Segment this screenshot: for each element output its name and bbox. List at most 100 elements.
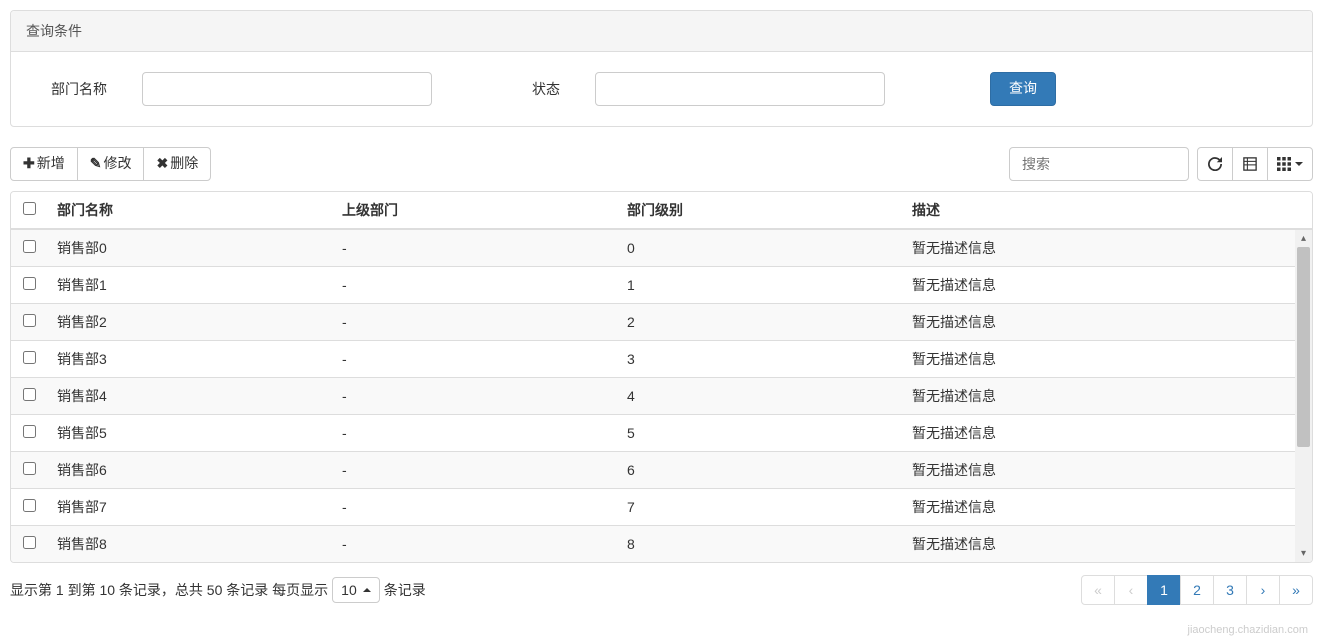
cell-parent-dept: - xyxy=(332,415,617,452)
caret-up-icon xyxy=(363,588,371,592)
cell-dept-name: 销售部3 xyxy=(47,341,332,378)
edit-button-label: 修改 xyxy=(103,154,131,174)
table-row[interactable]: 销售部8-8暂无描述信息 xyxy=(11,526,1312,563)
table-row[interactable]: 销售部5-5暂无描述信息 xyxy=(11,415,1312,452)
cell-description: 暂无描述信息 xyxy=(902,452,1312,489)
cell-dept-level: 4 xyxy=(617,378,902,415)
search-input[interactable] xyxy=(1009,147,1189,181)
pagination-info-prefix: 显示第 1 到第 10 条记录，总共 50 条记录 每页显示 xyxy=(10,580,328,600)
page-next[interactable]: › xyxy=(1246,575,1280,605)
header-parent-dept[interactable]: 上级部门 xyxy=(332,192,617,229)
x-icon: ✖ xyxy=(156,154,168,174)
status-input[interactable] xyxy=(595,72,885,106)
row-checkbox[interactable] xyxy=(23,462,36,475)
cell-dept-level: 3 xyxy=(617,341,902,378)
cell-parent-dept: - xyxy=(332,267,617,304)
cell-dept-name: 销售部7 xyxy=(47,489,332,526)
page-size-select[interactable]: 10 xyxy=(332,577,380,603)
table-row[interactable]: 销售部0-0暂无描述信息 xyxy=(11,229,1312,267)
cell-parent-dept: - xyxy=(332,452,617,489)
cell-description: 暂无描述信息 xyxy=(902,489,1312,526)
cell-dept-level: 7 xyxy=(617,489,902,526)
cell-dept-name: 销售部4 xyxy=(47,378,332,415)
page-3[interactable]: 3 xyxy=(1213,575,1247,605)
row-checkbox[interactable] xyxy=(23,277,36,290)
page-last[interactable]: » xyxy=(1279,575,1313,605)
add-button[interactable]: ✚新增 xyxy=(10,147,78,181)
cell-dept-name: 销售部8 xyxy=(47,526,332,563)
page-2[interactable]: 2 xyxy=(1180,575,1214,605)
scroll-down-icon[interactable]: ▾ xyxy=(1295,545,1312,562)
table-row[interactable]: 销售部4-4暂无描述信息 xyxy=(11,378,1312,415)
scroll-thumb[interactable] xyxy=(1297,247,1310,447)
page-first[interactable]: « xyxy=(1081,575,1115,605)
header-description[interactable]: 描述 xyxy=(902,192,1312,229)
query-panel-body: 部门名称 状态 查询 xyxy=(11,52,1312,126)
table-row[interactable]: 销售部2-2暂无描述信息 xyxy=(11,304,1312,341)
cell-description: 暂无描述信息 xyxy=(902,304,1312,341)
select-all-checkbox[interactable] xyxy=(23,202,36,215)
page-size-value: 10 xyxy=(341,582,357,598)
pagination-info: 显示第 1 到第 10 条记录，总共 50 条记录 每页显示 10 条记录 xyxy=(10,577,426,603)
delete-button-label: 删除 xyxy=(170,154,198,174)
status-label: 状态 xyxy=(507,79,580,99)
row-checkbox[interactable] xyxy=(23,351,36,364)
pencil-icon: ✎ xyxy=(90,154,102,174)
cell-parent-dept: - xyxy=(332,229,617,267)
pagination: « ‹ 1 2 3 › » xyxy=(1081,575,1313,605)
scrollbar[interactable]: ▴ ▾ xyxy=(1295,230,1312,562)
table-row[interactable]: 销售部3-3暂无描述信息 xyxy=(11,341,1312,378)
refresh-button[interactable] xyxy=(1197,147,1233,181)
cell-dept-name: 销售部6 xyxy=(47,452,332,489)
list-icon xyxy=(1243,157,1257,171)
scroll-up-icon[interactable]: ▴ xyxy=(1295,230,1312,247)
cell-dept-name: 销售部5 xyxy=(47,415,332,452)
data-table-container: 部门名称 上级部门 部门级别 描述 销售部0-0暂无描述信息销售部1-1暂无描述… xyxy=(10,191,1313,563)
cell-description: 暂无描述信息 xyxy=(902,378,1312,415)
chevron-down-icon xyxy=(1295,162,1303,166)
row-checkbox[interactable] xyxy=(23,240,36,253)
cell-description: 暂无描述信息 xyxy=(902,526,1312,563)
cell-dept-name: 销售部0 xyxy=(47,229,332,267)
cell-dept-level: 1 xyxy=(617,267,902,304)
cell-description: 暂无描述信息 xyxy=(902,415,1312,452)
query-panel: 查询条件 部门名称 状态 查询 xyxy=(10,10,1313,127)
table-header-row: 部门名称 上级部门 部门级别 描述 xyxy=(11,192,1312,229)
cell-dept-name: 销售部2 xyxy=(47,304,332,341)
edit-button[interactable]: ✎修改 xyxy=(77,147,145,181)
cell-dept-level: 0 xyxy=(617,229,902,267)
row-checkbox[interactable] xyxy=(23,536,36,549)
cell-dept-level: 5 xyxy=(617,415,902,452)
page-prev[interactable]: ‹ xyxy=(1114,575,1148,605)
toggle-view-button[interactable] xyxy=(1232,147,1268,181)
cell-dept-level: 2 xyxy=(617,304,902,341)
table-row[interactable]: 销售部6-6暂无描述信息 xyxy=(11,452,1312,489)
row-checkbox[interactable] xyxy=(23,425,36,438)
search-button[interactable]: 查询 xyxy=(990,72,1056,106)
columns-button[interactable] xyxy=(1267,147,1313,181)
row-checkbox[interactable] xyxy=(23,314,36,327)
watermark: jiaocheng.chazidian.com xyxy=(1188,624,1308,636)
cell-parent-dept: - xyxy=(332,489,617,526)
action-button-group: ✚新增 ✎修改 ✖删除 xyxy=(10,147,211,181)
query-panel-title: 查询条件 xyxy=(11,11,1312,52)
plus-icon: ✚ xyxy=(23,154,35,174)
header-dept-name[interactable]: 部门名称 xyxy=(47,192,332,229)
pagination-info-suffix: 条记录 xyxy=(384,580,426,600)
row-checkbox[interactable] xyxy=(23,499,36,512)
cell-description: 暂无描述信息 xyxy=(902,267,1312,304)
table-row[interactable]: 销售部1-1暂无描述信息 xyxy=(11,267,1312,304)
dept-name-label: 部门名称 xyxy=(26,79,127,99)
table-row[interactable]: 销售部7-7暂无描述信息 xyxy=(11,489,1312,526)
table-footer: 显示第 1 到第 10 条记录，总共 50 条记录 每页显示 10 条记录 « … xyxy=(10,575,1313,605)
refresh-icon xyxy=(1208,157,1222,171)
header-dept-level[interactable]: 部门级别 xyxy=(617,192,902,229)
toolbar-right xyxy=(1009,147,1313,181)
cell-description: 暂无描述信息 xyxy=(902,229,1312,267)
cell-dept-level: 8 xyxy=(617,526,902,563)
delete-button[interactable]: ✖删除 xyxy=(143,147,211,181)
page-1[interactable]: 1 xyxy=(1147,575,1181,605)
row-checkbox[interactable] xyxy=(23,388,36,401)
dept-name-input[interactable] xyxy=(142,72,432,106)
cell-parent-dept: - xyxy=(332,526,617,563)
